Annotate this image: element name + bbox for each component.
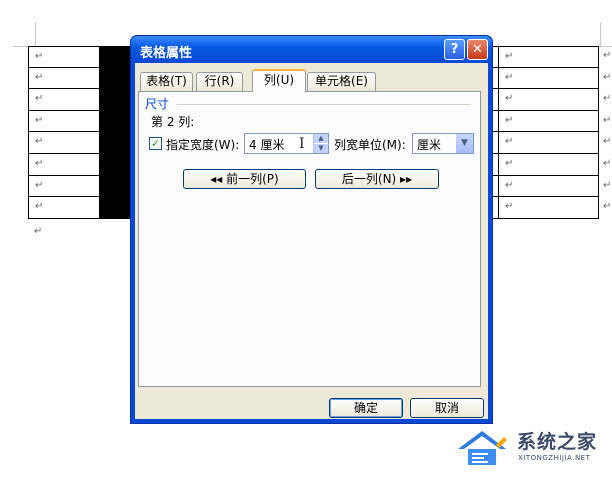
watermark-name: 系统之家 (517, 431, 598, 453)
group-divider (177, 104, 470, 105)
chevron-down-icon[interactable]: ▼ (456, 134, 473, 153)
width-value[interactable]: 4 厘米 (249, 136, 284, 153)
specify-width-checkbox[interactable]: ✓ (149, 137, 162, 150)
table-cell[interactable]: ↵ (28, 110, 100, 133)
tab-cell[interactable]: 单元格(E) (307, 72, 376, 91)
house-logo-icon (458, 431, 507, 465)
tab-table[interactable]: 表格(T) (140, 72, 193, 91)
tab-label: 单元格(E) (315, 74, 368, 88)
paragraph-mark: ↵ (505, 136, 514, 148)
table-cell[interactable]: ↵ (499, 89, 599, 111)
table-cell[interactable]: ↵ (499, 132, 599, 154)
end-of-row-mark: ↵ (603, 136, 612, 148)
paragraph-mark: ↵ (35, 136, 44, 148)
specify-width-label[interactable]: 指定宽度(W): (166, 136, 239, 153)
width-spin-input[interactable]: 4 厘米 ▲ ▼ (244, 133, 329, 154)
end-of-row-mark: ↵ (603, 201, 612, 213)
size-group-label: 尺寸 (145, 97, 170, 111)
cancel-label: 取消 (434, 401, 459, 415)
ok-button[interactable]: 确定 (329, 398, 403, 418)
table-cell[interactable]: ↵ (28, 154, 100, 176)
text-cursor-icon: I (299, 136, 305, 152)
next-column-button[interactable]: 后一列(N) ▸▸ (315, 169, 439, 189)
cancel-button[interactable]: 取消 (410, 398, 484, 418)
dialog-title: 表格属性 (140, 46, 193, 61)
paragraph-mark: ↵ (505, 51, 514, 62)
help-button[interactable]: ? (444, 39, 465, 60)
checkmark-icon: ✓ (150, 137, 161, 150)
table-cell[interactable]: ↵ (499, 154, 599, 176)
table-cell[interactable]: ↵ (28, 46, 100, 68)
paragraph-mark: ↵ (35, 51, 44, 62)
table-cell[interactable]: ↵ (28, 132, 100, 154)
paragraph-mark: ↵ (34, 226, 43, 237)
paragraph-mark: ↵ (35, 201, 44, 213)
watermark-url: XITONGZHIJIA.NET (518, 454, 591, 462)
table-cell[interactable]: ↵ (28, 89, 100, 111)
site-watermark: 系统之家 XITONGZHIJIA.NET (452, 425, 602, 469)
width-unit-label: 列宽单位(M): (334, 138, 406, 152)
end-of-row-mark: ↵ (603, 93, 612, 105)
table-cell[interactable]: ↵ (499, 197, 599, 219)
paragraph-mark: ↵ (35, 179, 44, 191)
paragraph-mark: ↵ (35, 93, 44, 105)
dialog-title-bar[interactable]: 表格属性 ? ✕ (131, 36, 492, 63)
previous-column-button[interactable]: ◂◂ 前一列(P) (183, 169, 306, 189)
paragraph-mark: ↵ (505, 158, 514, 169)
tab-label: 行(R) (204, 74, 235, 88)
table-cell[interactable]: ↵ (499, 175, 599, 198)
table-cell[interactable]: ↵ (499, 110, 599, 133)
margin-guide-right (600, 22, 601, 46)
previous-column-label: ◂◂ 前一列(P) (210, 172, 279, 186)
end-of-row-mark: ↵ (603, 179, 612, 191)
width-unit-value: 厘米 (417, 138, 442, 152)
table-cell[interactable]: ↵ (499, 46, 599, 68)
tab-label: 表格(T) (146, 74, 187, 88)
tab-label: 列(U) (263, 73, 295, 87)
width-spinner: ▲ ▼ (313, 134, 328, 153)
dialog-client-area: 表格(T) 行(R) 列(U) 单元格(E) 尺寸 第 2 列: ✓ 指定宽度(… (135, 63, 488, 419)
paragraph-mark: ↵ (35, 114, 44, 126)
column-number-label: 第 2 列: (151, 115, 195, 129)
end-of-row-mark: ↵ (603, 71, 612, 83)
end-of-row-mark: ↵ (603, 158, 612, 169)
end-of-row-mark: ↵ (603, 50, 612, 61)
paragraph-mark: ↵ (505, 71, 514, 83)
table-cell[interactable]: ↵ (28, 175, 100, 198)
help-icon: ? (450, 42, 459, 57)
paragraph-mark: ↵ (505, 201, 514, 213)
table-cell[interactable]: ↵ (28, 197, 100, 219)
column-tab-panel: 尺寸 第 2 列: ✓ 指定宽度(W): 4 厘米 ▲ ▼ I 列宽单位(M):… (138, 91, 481, 387)
close-icon: ✕ (472, 42, 483, 57)
tab-row[interactable]: 行(R) (196, 72, 243, 91)
paragraph-mark: ↵ (505, 93, 514, 105)
paragraph-mark: ↵ (35, 71, 44, 83)
table-properties-dialog: 表格属性 ? ✕ 表格(T) 行(R) 列(U) 单元格(E) 尺寸 第 2 列… (130, 35, 493, 424)
next-column-label: 后一列(N) ▸▸ (341, 172, 413, 186)
margin-guide-left (35, 22, 36, 46)
paragraph-mark: ↵ (505, 179, 514, 191)
spin-up-icon[interactable]: ▲ (314, 134, 328, 144)
ok-label: 确定 (353, 401, 378, 415)
width-unit-select[interactable]: 厘米 ▼ (412, 133, 474, 154)
spin-down-icon[interactable]: ▼ (314, 144, 328, 153)
end-of-row-mark: ↵ (603, 114, 612, 126)
paragraph-mark: ↵ (505, 114, 514, 126)
table-cell[interactable]: ↵ (499, 67, 599, 90)
table-cell[interactable]: ↵ (28, 67, 100, 90)
close-button[interactable]: ✕ (467, 39, 488, 60)
tab-column[interactable]: 列(U) (252, 69, 306, 92)
paragraph-mark: ↵ (35, 158, 44, 169)
